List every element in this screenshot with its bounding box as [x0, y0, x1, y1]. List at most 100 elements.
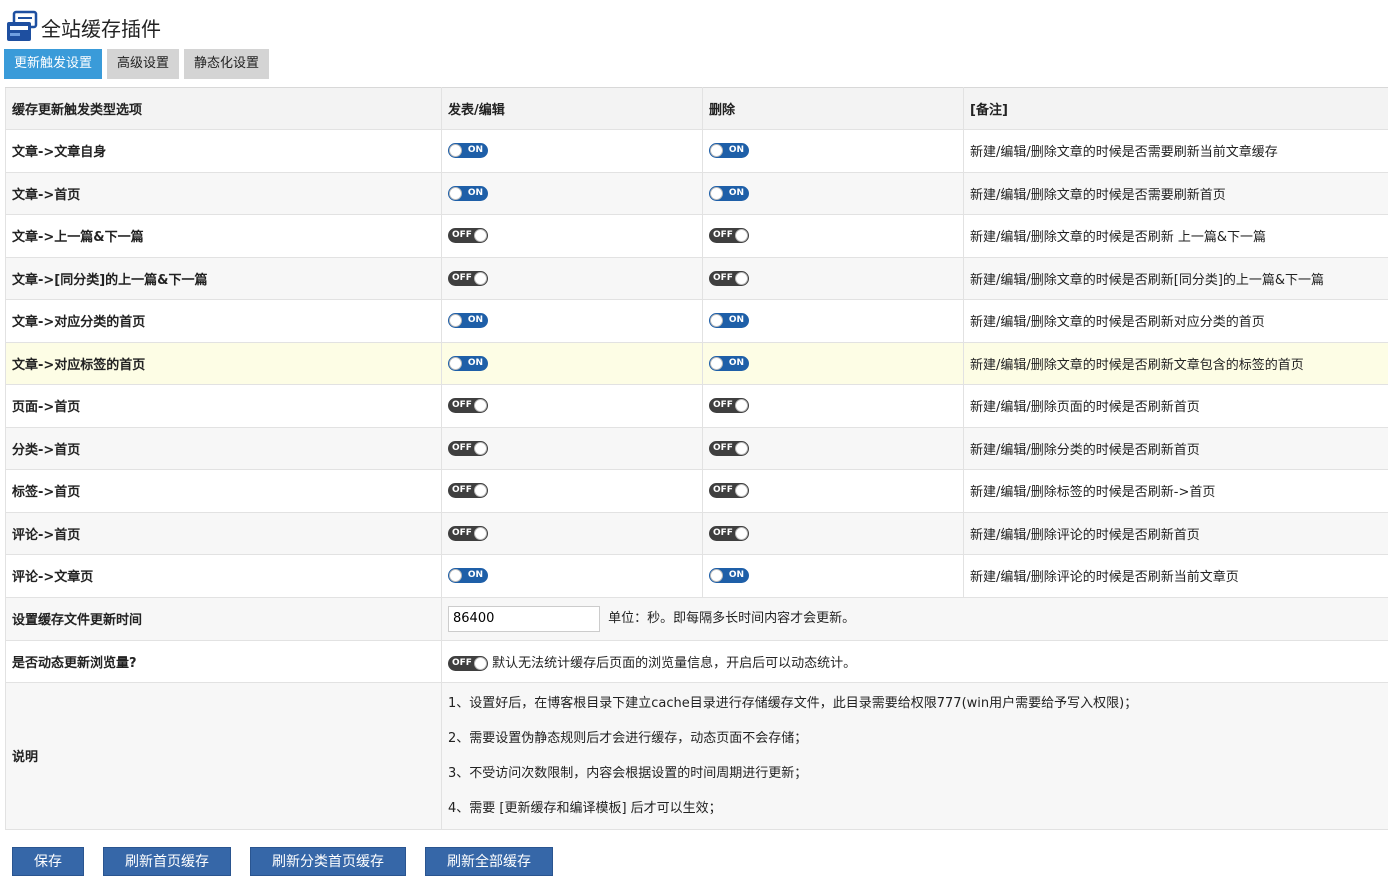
delete-toggle[interactable]: OFF — [709, 440, 749, 456]
publish-cell: OFF — [441, 256, 703, 300]
row-note: 新建/编辑/删除标签的时候是否刷新->首页 — [963, 469, 1388, 513]
toggle-state-text: OFF — [452, 527, 472, 538]
publish-toggle[interactable]: OFF — [448, 440, 488, 456]
dynamic-views-cell: OFF 默认无法统计缓存后页面的浏览量信息，开启后可以动态统计。 — [441, 639, 1388, 683]
description-line: 3、不受访问次数限制，内容会根据设置的时间周期进行更新； — [448, 765, 808, 781]
toggle-knob — [474, 656, 487, 670]
publish-toggle[interactable]: OFF — [448, 228, 488, 244]
delete-toggle[interactable]: ON — [709, 313, 749, 329]
column-header-trigger-type: 缓存更新触发类型选项 — [5, 87, 442, 130]
publish-toggle[interactable]: ON — [448, 185, 488, 201]
delete-toggle[interactable]: OFF — [709, 483, 749, 499]
delete-toggle[interactable]: OFF — [709, 270, 749, 286]
publish-toggle[interactable]: ON — [448, 355, 488, 371]
cache-time-unit: 单位：秒。即每隔多长时间内容才会更新。 — [608, 611, 856, 626]
tab-static[interactable]: 静态化设置 — [184, 49, 270, 79]
toggle-knob — [735, 399, 748, 413]
row-label: 评论->首页 — [5, 511, 442, 555]
table-row: 文章->上一篇&下一篇 OFF OFF 新建/编辑/删除文章的时候是否刷新 上一篇&下… — [5, 214, 1388, 258]
dynamic-views-note: 默认无法统计缓存后页面的浏览量信息，开启后可以动态统计。 — [492, 655, 857, 671]
toggle-state-text: OFF — [713, 527, 733, 538]
delete-cell: ON — [702, 171, 964, 215]
row-note: 新建/编辑/删除文章的时候是否需要刷新首页 — [963, 171, 1388, 215]
cache-logo-icon — [5, 10, 39, 44]
toggle-state-text: OFF — [452, 400, 472, 411]
toggle-state-text: ON — [728, 570, 744, 581]
refresh-category-cache-button[interactable]: 刷新分类首页缓存 — [250, 847, 406, 876]
publish-toggle[interactable]: ON — [448, 568, 488, 584]
publish-cell: OFF — [441, 511, 703, 555]
publish-toggle[interactable]: OFF — [448, 483, 488, 499]
description-cell: 1、设置好后，在博客根目录下建立cache目录进行存储缓存文件，此目录需要给权限… — [441, 681, 1388, 830]
row-note: 新建/编辑/删除文章的时候是否需要刷新当前文章缓存 — [963, 129, 1388, 173]
cache-time-input[interactable] — [448, 605, 600, 632]
row-note: 新建/编辑/删除分类的时候是否刷新首页 — [963, 426, 1388, 470]
cache-time-label: 设置缓存文件更新时间 — [5, 596, 442, 641]
save-button[interactable]: 保存 — [12, 847, 84, 876]
toggle-knob — [449, 314, 462, 328]
dynamic-views-label: 是否动态更新浏览量? — [5, 639, 442, 683]
row-label: 分类->首页 — [5, 426, 442, 470]
page-header: 全站缓存插件 — [5, 10, 161, 44]
table-row: 标签->首页 OFF OFF 新建/编辑/删除标签的时候是否刷新->首页 — [5, 469, 1388, 513]
column-header-delete: 删除 — [702, 87, 964, 130]
publish-toggle[interactable]: OFF — [448, 398, 488, 414]
row-label: 标签->首页 — [5, 469, 442, 513]
description-row: 说明 1、设置好后，在博客根目录下建立cache目录进行存储缓存文件，此目录需要… — [5, 681, 1388, 830]
table-row: 文章->对应标签的首页 ON ON 新建/编辑/删除文章的时候是否刷新文章包含的标签的… — [5, 341, 1388, 385]
toggle-state-text: OFF — [713, 485, 733, 496]
description-line: 2、需要设置伪静态规则后才会进行缓存，动态页面不会存储； — [448, 730, 808, 746]
delete-toggle[interactable]: OFF — [709, 228, 749, 244]
row-note: 新建/编辑/删除文章的时候是否刷新文章包含的标签的首页 — [963, 341, 1388, 385]
row-label: 文章->上一篇&下一篇 — [5, 214, 442, 258]
delete-cell: OFF — [702, 214, 964, 258]
row-label: 文章->对应分类的首页 — [5, 299, 442, 343]
publish-cell: ON — [441, 299, 703, 343]
refresh-all-cache-button[interactable]: 刷新全部缓存 — [425, 847, 553, 876]
table-row: 分类->首页 OFF OFF 新建/编辑/删除分类的时候是否刷新首页 — [5, 426, 1388, 470]
table-row: 页面->首页 OFF OFF 新建/编辑/删除页面的时候是否刷新首页 — [5, 384, 1388, 428]
publish-toggle[interactable]: ON — [448, 143, 488, 159]
toggle-state-text: OFF — [452, 657, 472, 668]
page-title: 全站缓存插件 — [41, 16, 161, 41]
tab-update-trigger[interactable]: 更新触发设置 — [4, 49, 103, 79]
dynamic-views-toggle[interactable]: OFF — [448, 655, 488, 671]
delete-toggle[interactable]: ON — [709, 143, 749, 159]
description-line: 1、设置好后，在博客根目录下建立cache目录进行存储缓存文件，此目录需要给权限… — [448, 695, 1138, 711]
action-buttons: 保存 刷新首页缓存 刷新分类首页缓存 刷新全部缓存 — [12, 847, 572, 876]
row-note: 新建/编辑/删除评论的时候是否刷新当前文章页 — [963, 554, 1388, 598]
publish-cell: OFF — [441, 384, 703, 428]
tab-advanced[interactable]: 高级设置 — [107, 49, 180, 79]
publish-toggle[interactable]: OFF — [448, 525, 488, 541]
toggle-knob — [474, 484, 487, 498]
toggle-state-text: OFF — [713, 400, 733, 411]
publish-toggle[interactable]: ON — [448, 313, 488, 329]
row-label: 文章->[同分类]的上一篇&下一篇 — [5, 256, 442, 300]
delete-toggle[interactable]: OFF — [709, 398, 749, 414]
toggle-knob — [710, 314, 723, 328]
delete-toggle[interactable]: OFF — [709, 525, 749, 541]
toggle-knob — [710, 144, 723, 158]
delete-toggle[interactable]: ON — [709, 185, 749, 201]
toggle-state-text: ON — [467, 570, 483, 581]
row-note: 新建/编辑/删除文章的时候是否刷新 上一篇&下一篇 — [963, 214, 1388, 258]
description-line: 4、需要 [更新缓存和编译模板] 后才可以生效； — [448, 800, 722, 816]
table-row: 评论->文章页 ON ON 新建/编辑/删除评论的时候是否刷新当前文章页 — [5, 554, 1388, 598]
delete-cell: ON — [702, 299, 964, 343]
table-row: 文章->首页 ON ON 新建/编辑/删除文章的时候是否需要刷新首页 — [5, 171, 1388, 215]
row-note: 新建/编辑/删除文章的时候是否刷新[同分类]的上一篇&下一篇 — [963, 256, 1388, 300]
publish-toggle[interactable]: OFF — [448, 270, 488, 286]
toggle-knob — [474, 526, 487, 540]
refresh-home-cache-button[interactable]: 刷新首页缓存 — [103, 847, 231, 876]
toggle-knob — [449, 356, 462, 370]
toggle-state-text: ON — [467, 357, 483, 368]
column-header-publish: 发表/编辑 — [441, 87, 703, 130]
delete-cell: OFF — [702, 469, 964, 513]
delete-toggle[interactable]: ON — [709, 355, 749, 371]
row-label: 评论->文章页 — [5, 554, 442, 598]
delete-toggle[interactable]: ON — [709, 568, 749, 584]
publish-cell: OFF — [441, 214, 703, 258]
delete-cell: OFF — [702, 384, 964, 428]
toggle-state-text: OFF — [452, 230, 472, 241]
toggle-state-text: OFF — [713, 230, 733, 241]
